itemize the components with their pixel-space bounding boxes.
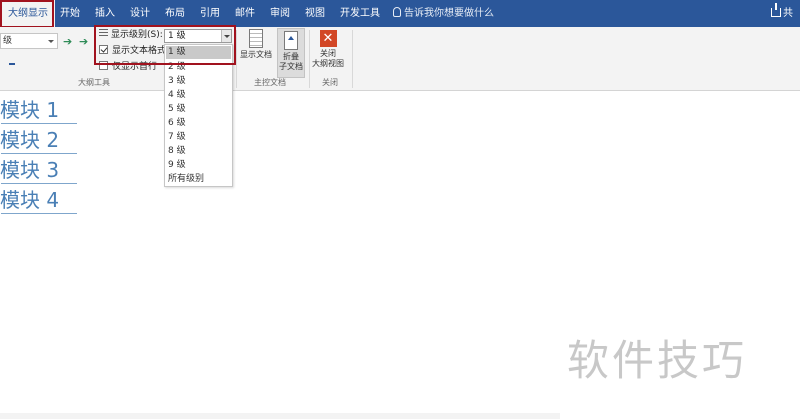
collapse-label-line2: 子文档 xyxy=(279,62,303,71)
heading-underline xyxy=(1,153,77,154)
document-icon xyxy=(249,29,263,48)
collapse-minus-icon[interactable] xyxy=(9,63,15,65)
heading-underline xyxy=(1,123,77,124)
dropdown-item[interactable]: 所有级别 xyxy=(166,173,231,186)
lightbulb-icon xyxy=(393,7,401,17)
dropdown-item[interactable]: 4 级 xyxy=(166,89,231,102)
tab-references[interactable]: 引用 xyxy=(200,0,220,27)
options-highlight-box xyxy=(94,25,236,65)
tab-review[interactable]: 审阅 xyxy=(270,0,290,27)
tab-insert[interactable]: 插入 xyxy=(95,0,115,27)
share-icon xyxy=(771,3,781,17)
dropdown-item[interactable]: 6 级 xyxy=(166,117,231,130)
outline-heading[interactable]: 模块 1 xyxy=(0,98,59,122)
share-button[interactable]: 共 xyxy=(771,0,793,27)
tab-home[interactable]: 开始 xyxy=(60,0,80,27)
show-level-dropdown-list: 1 级 2 级 3 级 4 级 5 级 6 级 7 级 8 级 9 级 所有级别 xyxy=(164,44,233,187)
outline-level-dropdown[interactable]: 级 xyxy=(0,33,58,49)
master-document-label: 主控文档 xyxy=(254,78,286,87)
tab-developer[interactable]: 开发工具 xyxy=(340,0,380,27)
ribbon-tab-bar: 大纲显示 开始 插入 设计 布局 引用 邮件 审阅 视图 开发工具 告诉我你想要… xyxy=(0,0,800,27)
tab-design[interactable]: 设计 xyxy=(130,0,150,27)
tab-layout[interactable]: 布局 xyxy=(165,0,185,27)
dropdown-item[interactable]: 9 级 xyxy=(166,159,231,172)
collapse-icon xyxy=(284,31,298,50)
chevron-down-icon xyxy=(48,40,54,43)
tell-me-text: 告诉我你想要做什么 xyxy=(404,8,494,19)
tell-me-search[interactable]: 告诉我你想要做什么 xyxy=(393,0,494,27)
demote-to-body-icon[interactable]: ➔ xyxy=(79,36,88,47)
show-document-button[interactable]: 显示文档 xyxy=(240,29,272,60)
group-separator xyxy=(352,30,353,88)
dropdown-item[interactable]: 8 级 xyxy=(166,145,231,158)
outline-tools-label: 大纲工具 xyxy=(78,78,110,87)
share-label: 共 xyxy=(783,8,793,19)
demote-arrow-icon[interactable]: ➔ xyxy=(63,36,72,47)
close-outline-view-button[interactable]: ✕ 关闭 大纲视图 xyxy=(312,30,344,69)
close-group-label: 关闭 xyxy=(322,78,338,87)
show-document-label: 显示文档 xyxy=(240,50,272,59)
close-label-line2: 大纲视图 xyxy=(312,59,344,68)
dropdown-item[interactable]: 3 级 xyxy=(166,75,231,88)
tab-highlight-box xyxy=(0,0,54,28)
outline-heading[interactable]: 模块 2 xyxy=(0,128,59,152)
heading-underline xyxy=(1,183,77,184)
dropdown-item[interactable]: 7 级 xyxy=(166,131,231,144)
outline-heading[interactable]: 模块 3 xyxy=(0,158,59,182)
status-strip xyxy=(0,413,560,419)
collapse-subdocuments-button[interactable]: 折叠 子文档 xyxy=(277,28,305,78)
watermark-text: 软件技巧 xyxy=(567,336,748,385)
close-icon: ✕ xyxy=(319,30,337,47)
tab-view[interactable]: 视图 xyxy=(305,0,325,27)
heading-underline xyxy=(1,213,77,214)
collapse-label-line1: 折叠 xyxy=(283,52,299,61)
group-separator xyxy=(309,30,310,88)
tab-mailings[interactable]: 邮件 xyxy=(235,0,255,27)
outline-level-value: 级 xyxy=(3,36,13,46)
outline-heading[interactable]: 模块 4 xyxy=(0,188,59,212)
group-separator xyxy=(236,30,237,88)
close-label-line1: 关闭 xyxy=(320,49,336,58)
dropdown-item[interactable]: 5 级 xyxy=(166,103,231,116)
